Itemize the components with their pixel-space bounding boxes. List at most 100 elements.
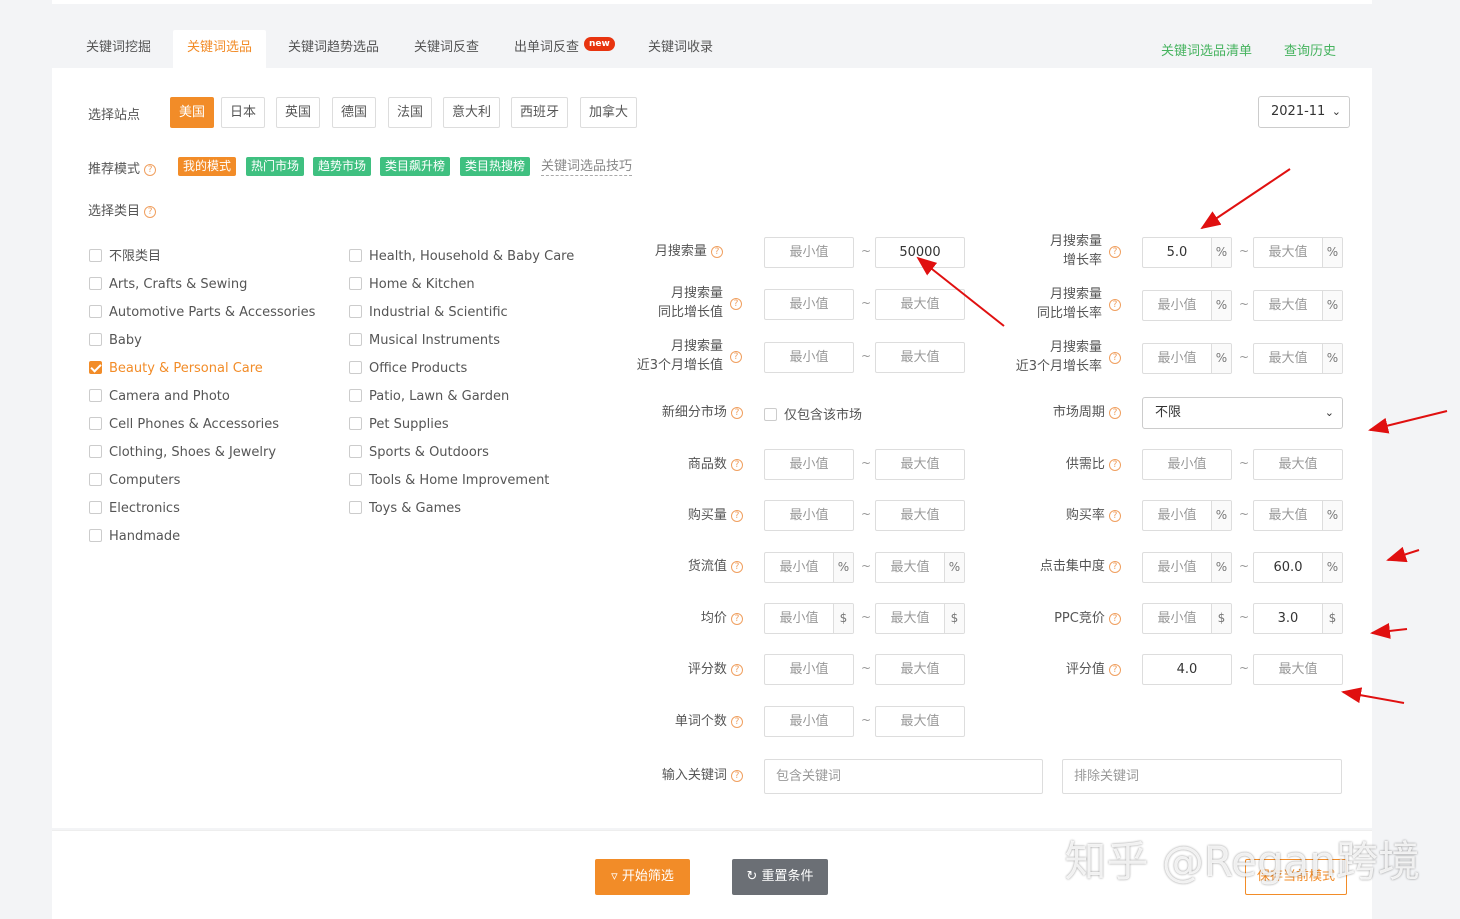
category-item-col2-0[interactable]: Health, Household & Baby Care xyxy=(349,249,574,265)
include-keywords-input[interactable]: 包含关键词 xyxy=(764,759,1043,794)
tab-keyword-selection[interactable]: 关键词选品 xyxy=(173,30,267,68)
category-item-col1-8[interactable]: Computers xyxy=(89,473,180,489)
yoy-growth-rate-min[interactable]: 最小值% xyxy=(1142,290,1232,321)
q3-growth-rate-max[interactable]: 最大值% xyxy=(1253,343,1343,374)
rating-max[interactable]: 最大值 xyxy=(1253,654,1343,685)
checkbox-icon xyxy=(349,277,362,290)
reset-button[interactable]: ↻ 重置条件 xyxy=(732,859,828,895)
gmv-max[interactable]: 最大值% xyxy=(875,552,965,583)
category-label-text: Baby xyxy=(109,333,142,348)
site-es[interactable]: 西班牙 xyxy=(511,97,569,128)
category-item-col1-9[interactable]: Electronics xyxy=(89,501,180,517)
category-item-col2-6[interactable]: Pet Supplies xyxy=(349,417,449,433)
mode-hot-market[interactable]: 热门市场 xyxy=(246,157,305,176)
category-item-col2-4[interactable]: Office Products xyxy=(349,361,467,377)
help-icon: ? xyxy=(1109,352,1121,364)
gmv-min[interactable]: 最小值% xyxy=(764,552,854,583)
site-fr[interactable]: 法国 xyxy=(388,97,433,128)
purchase-rate-min[interactable]: 最小值% xyxy=(1142,500,1232,531)
ppc-bid-max[interactable]: 3.0 $ xyxy=(1253,603,1343,634)
category-item-col1-5[interactable]: Camera and Photo xyxy=(89,389,230,405)
category-item-col1-7[interactable]: Clothing, Shoes & Jewelry xyxy=(89,445,276,461)
tab-keyword-mining[interactable]: 关键词挖掘 xyxy=(86,30,151,68)
new-market-checkbox[interactable]: 仅包含该市场 xyxy=(764,404,862,423)
word-count-max[interactable]: 最大值 xyxy=(875,706,965,737)
category-item-col2-9[interactable]: Toys & Games xyxy=(349,501,461,517)
monthly-search-growth-min[interactable]: 5.0% xyxy=(1142,237,1232,268)
yoy-growth-min[interactable]: 最小值 xyxy=(764,289,854,320)
exclude-keywords-input[interactable]: 排除关键词 xyxy=(1062,759,1342,794)
q3-growth-max[interactable]: 最大值 xyxy=(875,342,965,373)
category-item-col2-2[interactable]: Industrial & Scientific xyxy=(349,305,508,321)
category-label-text: Sports & Outdoors xyxy=(369,445,489,460)
mode-my[interactable]: 我的模式 xyxy=(178,157,237,176)
site-us[interactable]: 美国 xyxy=(170,97,215,128)
mode-trend-market[interactable]: 趋势市场 xyxy=(313,157,372,176)
tab-keyword-index[interactable]: 关键词收录 xyxy=(648,30,713,68)
category-item-col1-3[interactable]: Baby xyxy=(89,333,142,349)
selection-list-link[interactable]: 关键词选品清单 xyxy=(1161,40,1252,59)
monthly-search-growth-max[interactable]: 最大值% xyxy=(1253,237,1343,268)
selection-tips-link[interactable]: 关键词选品技巧 xyxy=(541,158,633,176)
chevron-down-icon: ⌄ xyxy=(1331,105,1341,118)
monthly-search-min[interactable]: 最小值 xyxy=(764,237,854,268)
category-item-col1-6[interactable]: Cell Phones & Accessories xyxy=(89,417,279,433)
monthly-search-max[interactable]: 50000 xyxy=(875,237,965,268)
checkbox-icon xyxy=(89,501,102,514)
site-it[interactable]: 意大利 xyxy=(443,97,501,128)
mode-category-surge[interactable]: 类目飙升榜 xyxy=(380,157,451,176)
category-item-col1-10[interactable]: Handmade xyxy=(89,529,180,545)
month-select[interactable]: 2021-11 ⌄ xyxy=(1258,96,1350,128)
site-uk[interactable]: 英国 xyxy=(276,97,321,128)
rating-min[interactable]: 4.0 xyxy=(1142,654,1232,685)
avg-price-min[interactable]: 最小值 $ xyxy=(764,603,854,634)
category-item-col2-7[interactable]: Sports & Outdoors xyxy=(349,445,489,461)
market-cycle-select[interactable]: 不限 ⌄ xyxy=(1142,397,1343,429)
category-item-col2-5[interactable]: Patio, Lawn & Garden xyxy=(349,389,509,405)
supply-demand-min[interactable]: 最小值 xyxy=(1142,449,1232,480)
checkbox-icon xyxy=(349,501,362,514)
category-label-text: Tools & Home Improvement xyxy=(369,473,550,488)
tab-keyword-reverse[interactable]: 关键词反查 xyxy=(414,30,479,68)
q3-growth-min[interactable]: 最小值 xyxy=(764,342,854,373)
site-de[interactable]: 德国 xyxy=(332,97,377,128)
reviews-max[interactable]: 最大值 xyxy=(875,654,965,685)
keywords-label: 输入关键词 ? xyxy=(662,766,743,785)
products-min[interactable]: 最小值 xyxy=(764,449,854,480)
purchase-rate-label: 购买率 ? xyxy=(1066,506,1121,525)
supply-demand-max[interactable]: 最大值 xyxy=(1253,449,1343,480)
checkbox-icon xyxy=(89,333,102,346)
mode-category-hot[interactable]: 类目热搜榜 xyxy=(460,157,531,176)
category-item-col1-1[interactable]: Arts, Crafts & Sewing xyxy=(89,277,247,293)
category-item-col2-8[interactable]: Tools & Home Improvement xyxy=(349,473,549,489)
category-item-col1-4[interactable]: Beauty & Personal Care xyxy=(89,361,263,377)
q3-growth-rate-min[interactable]: 最小值% xyxy=(1142,343,1232,374)
click-concentration-max[interactable]: 60.0% xyxy=(1253,552,1343,583)
category-label-text: Musical Instruments xyxy=(369,333,500,348)
click-concentration-min[interactable]: 最小值% xyxy=(1142,552,1232,583)
help-icon: ? xyxy=(730,298,742,310)
yoy-growth-max[interactable]: 最大值 xyxy=(875,289,965,320)
query-history-link[interactable]: 查询历史 xyxy=(1284,40,1336,59)
yoy-growth-rate-max[interactable]: 最大值% xyxy=(1253,290,1343,321)
start-filter-button[interactable]: ▿ 开始筛选 xyxy=(595,859,690,895)
refresh-icon: ↻ xyxy=(746,869,758,884)
tab-keyword-trend[interactable]: 关键词趋势选品 xyxy=(288,30,379,68)
site-jp[interactable]: 日本 xyxy=(221,97,266,128)
category-item-col2-1[interactable]: Home & Kitchen xyxy=(349,277,475,293)
ppc-bid-min[interactable]: 最小值 $ xyxy=(1142,603,1232,634)
checkbox-icon xyxy=(349,473,362,486)
word-count-min[interactable]: 最小值 xyxy=(764,706,854,737)
purchase-rate-max[interactable]: 最大值% xyxy=(1253,500,1343,531)
tab-order-keyword-reverse[interactable]: 出单词反查 xyxy=(514,30,579,68)
help-icon: ? xyxy=(1109,406,1121,419)
category-item-col1-2[interactable]: Automotive Parts & Accessories xyxy=(89,305,315,321)
category-item-col2-3[interactable]: Musical Instruments xyxy=(349,333,500,349)
avg-price-max[interactable]: 最大值 $ xyxy=(875,603,965,634)
products-max[interactable]: 最大值 xyxy=(875,449,965,480)
purchases-min[interactable]: 最小值 xyxy=(764,500,854,531)
category-item-col1-0[interactable]: 不限类目 xyxy=(89,249,161,265)
site-ca[interactable]: 加拿大 xyxy=(580,97,638,128)
purchases-max[interactable]: 最大值 xyxy=(875,500,965,531)
reviews-min[interactable]: 最小值 xyxy=(764,654,854,685)
